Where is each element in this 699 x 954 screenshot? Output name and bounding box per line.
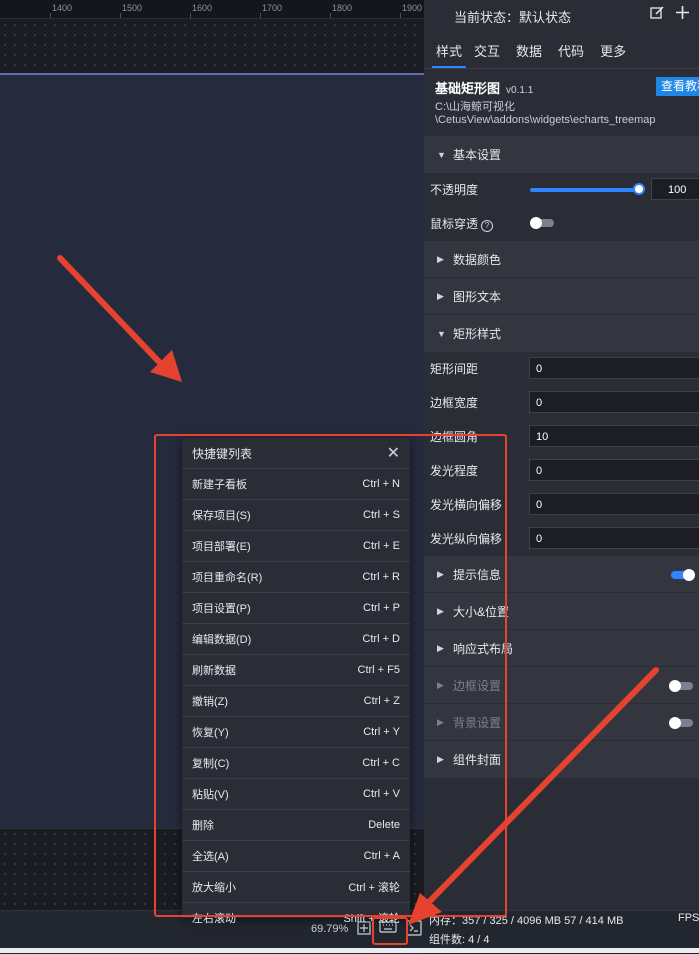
tab-code[interactable]: 代码 (550, 36, 592, 68)
glow-x-input[interactable]: 0 (529, 493, 699, 515)
edit-icon[interactable] (650, 5, 665, 24)
border-width-label: 边框宽度 (430, 395, 479, 410)
opacity-slider-thumb[interactable] (633, 183, 645, 195)
widget-path-line2: \CetusView\addons\widgets\echarts_treema… (435, 114, 656, 126)
tab-more[interactable]: 更多 (592, 36, 634, 68)
tab-data[interactable]: 数据 (508, 36, 550, 68)
current-state-label: 当前状态：默认状态 (454, 10, 572, 25)
glow-input[interactable]: 0 (529, 459, 699, 481)
widget-version: v0.1.1 (506, 85, 534, 96)
border-width-input[interactable]: 0 (529, 391, 699, 413)
annotation-box-keyboard (372, 917, 408, 945)
section-label: 基本设置 (453, 148, 502, 162)
background-toggle[interactable] (669, 717, 693, 729)
ruler-tick-label: 1800 (332, 3, 353, 13)
window-bottom-edge (0, 948, 699, 953)
section-label: 数据颜色 (453, 253, 502, 267)
panel-tabs: 样式 交互 数据 代码 更多 (424, 36, 699, 69)
annotation-box-shortcuts (154, 434, 507, 917)
widget-path-line1: C:\山海鲸可视化 (435, 101, 516, 113)
rect-spacing-row: 矩形间距 0 (424, 351, 699, 385)
section-rect-style[interactable]: ▼ 矩形样式 (424, 314, 699, 352)
rect-spacing-label: 矩形间距 (430, 361, 479, 376)
opacity-slider-track[interactable] (530, 188, 642, 192)
glow-y-input[interactable]: 0 (529, 527, 699, 549)
caret-down-icon: ▼ (437, 328, 446, 339)
mouse-through-row: 鼠标穿透? (424, 206, 699, 240)
section-basic-settings[interactable]: ▼ 基本设置 (424, 135, 699, 173)
opacity-input[interactable]: 100 (651, 178, 699, 200)
mouse-through-toggle[interactable] (530, 217, 554, 229)
ruler-tick-label: 1500 (122, 3, 143, 13)
view-tutorial-button[interactable]: 查看教程 (656, 77, 699, 96)
border-radius-input[interactable]: 10 (529, 425, 699, 447)
ruler-tick-label: 1600 (192, 3, 213, 13)
tab-interaction[interactable]: 交互 (466, 36, 508, 68)
widget-name: 基础矩形图 (435, 81, 501, 96)
caret-right-icon: ▶ (437, 254, 444, 264)
component-count: 组件数: 4 / 4 (429, 934, 490, 946)
horizontal-ruler: 1400 1500 1600 1700 1800 1900 (0, 0, 424, 19)
ruler-tick-label: 1400 (52, 3, 73, 13)
section-graphic-text[interactable]: ▶ 图形文本 (424, 277, 699, 315)
panel-header: 当前状态：默认状态 (424, 0, 699, 30)
fps-label: FPS (678, 912, 699, 924)
tooltip-toggle[interactable] (671, 569, 695, 581)
canvas-top-area: 1400 1500 1600 1700 1800 1900 (0, 0, 424, 76)
rect-spacing-input[interactable]: 0 (529, 357, 699, 379)
ruler-tick-label: 1900 (402, 3, 423, 13)
help-icon[interactable]: ? (481, 219, 494, 232)
border-width-row: 边框宽度 0 (424, 385, 699, 419)
mouse-through-label: 鼠标穿透? (430, 215, 494, 232)
tab-style[interactable]: 样式 (432, 36, 467, 68)
section-data-color[interactable]: ▶ 数据颜色 (424, 240, 699, 278)
caret-right-icon: ▶ (437, 291, 444, 301)
section-label: 图形文本 (453, 290, 502, 304)
opacity-row: 不透明度 100 (424, 172, 699, 206)
ruler-tick-label: 1700 (262, 3, 283, 13)
border-toggle[interactable] (669, 680, 693, 692)
section-label: 矩形样式 (453, 327, 502, 341)
caret-down-icon: ▼ (437, 149, 446, 160)
add-icon[interactable] (675, 5, 690, 24)
opacity-label: 不透明度 (430, 182, 479, 197)
